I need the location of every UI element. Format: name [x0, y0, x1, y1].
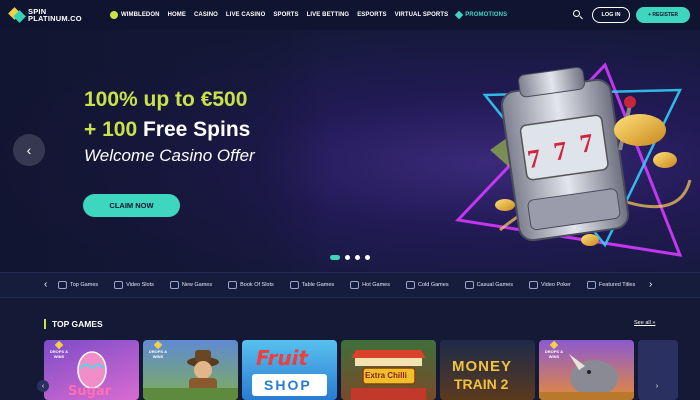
hero-headline-2: + 100 Free Spins: [84, 118, 251, 141]
promotions-icon: [454, 10, 464, 20]
new-icon: [169, 281, 179, 289]
slot-machine-illustration: 7 7 7: [454, 62, 692, 257]
category-casual-games[interactable]: Casual Games: [464, 281, 513, 289]
category-hot-games[interactable]: Hot Games: [350, 281, 390, 289]
category-next-arrow[interactable]: ›: [649, 279, 652, 290]
nav-home[interactable]: HOME: [168, 12, 186, 18]
drops-wins-badge: DROPS & WINS: [541, 340, 567, 362]
carousel-dot[interactable]: [330, 255, 340, 260]
market-stall-icon: [351, 350, 426, 400]
star-icon: [586, 281, 596, 289]
nav-sports[interactable]: SPORTS: [273, 12, 298, 18]
game-tile[interactable]: MONEY TRAIN 2: [440, 340, 535, 400]
category-table-games[interactable]: Table Games: [289, 281, 334, 289]
logo-mark-icon: [8, 7, 26, 23]
game-tile[interactable]: Fruit SHOP: [242, 340, 337, 400]
category-cold-games[interactable]: Cold Games: [406, 281, 449, 289]
game-tile[interactable]: DROPS & WINS: [539, 340, 634, 400]
main-nav: WIMBLEDON HOME CASINO LIVE CASINO SPORTS…: [110, 10, 515, 20]
game-subtitle: SHOP: [264, 377, 312, 393]
carousel-dots: [330, 255, 375, 260]
carousel-dot[interactable]: [355, 255, 360, 260]
category-bar: ‹ Top Games Video Slots New Games Book O…: [0, 272, 700, 298]
table-icon: [289, 281, 299, 289]
game-subtitle: TRAIN 2: [454, 376, 509, 392]
see-all-link[interactable]: See all »: [634, 320, 655, 326]
carousel-dot[interactable]: [365, 255, 370, 260]
game-title: Extra Chilli: [365, 371, 407, 380]
logo[interactable]: SPIN PLATINUM.CO: [8, 7, 106, 23]
hero-subtitle: Welcome Casino Offer: [84, 146, 255, 165]
search-icon[interactable]: [572, 9, 584, 21]
nav-virtual-sports[interactable]: VIRTUAL SPORTS: [395, 12, 449, 18]
games-row: DROPS & WINS Sugar DROPS & WINS Fruit SH…: [44, 340, 700, 400]
games-next-arrow[interactable]: ›: [651, 380, 663, 392]
nav-live-casino[interactable]: LIVE CASINO: [226, 12, 265, 18]
game-title: Sugar: [68, 384, 112, 399]
register-button[interactable]: + REGISTER: [636, 7, 690, 23]
login-button[interactable]: LOG IN: [592, 7, 630, 23]
nav-live-betting[interactable]: LIVE BETTING: [307, 12, 350, 18]
nav-esports[interactable]: ESPORTS: [357, 12, 386, 18]
flame-icon: [350, 281, 360, 289]
drops-wins-badge: DROPS & WINS: [46, 340, 72, 362]
top-games-heading: TOP GAMES: [44, 319, 103, 329]
hero-prev-arrow[interactable]: ‹: [13, 134, 45, 166]
nav-casino[interactable]: CASINO: [194, 12, 218, 18]
hero-headline: 100% up to €500: [84, 88, 248, 111]
top-header: SPIN PLATINUM.CO WIMBLEDON HOME CASINO L…: [0, 0, 700, 30]
game-tile[interactable]: DROPS & WINS Sugar: [44, 340, 139, 400]
snowflake-icon: [406, 281, 415, 289]
games-prev-arrow[interactable]: ‹: [37, 380, 49, 392]
casual-icon: [464, 281, 474, 289]
carousel-dot[interactable]: [345, 255, 350, 260]
category-top-games[interactable]: Top Games: [58, 281, 98, 289]
claim-now-button[interactable]: CLAIM NOW: [83, 194, 180, 217]
game-tile[interactable]: Extra Chilli: [341, 340, 436, 400]
category-video-poker[interactable]: Video Poker: [528, 281, 571, 289]
game-title: MONEY: [452, 358, 513, 375]
category-prev-arrow[interactable]: ‹: [44, 279, 47, 290]
tennis-ball-icon: [110, 11, 118, 19]
book-icon: [228, 281, 238, 289]
cards-icon: [528, 281, 538, 289]
category-book-of-slots[interactable]: Book Of Slots: [228, 281, 274, 289]
game-title: Fruit: [256, 346, 308, 370]
nav-wimbledon[interactable]: WIMBLEDON: [110, 11, 160, 19]
nav-promotions[interactable]: PROMOTIONS: [454, 10, 507, 20]
hero-banner: 7 7 7 ‹ 100% up to €500 + 100 Free Spins…: [0, 30, 700, 272]
slot-icon: [114, 281, 124, 289]
category-video-slots[interactable]: Video Slots: [114, 281, 154, 289]
category-featured-titles[interactable]: Featured Titles: [586, 281, 635, 289]
trophy-icon: [58, 281, 67, 289]
logo-line2: PLATINUM.CO: [28, 14, 82, 23]
drops-wins-badge: DROPS & WINS: [145, 340, 171, 362]
game-tile[interactable]: DROPS & WINS: [143, 340, 238, 400]
category-new-games[interactable]: New Games: [169, 281, 212, 289]
